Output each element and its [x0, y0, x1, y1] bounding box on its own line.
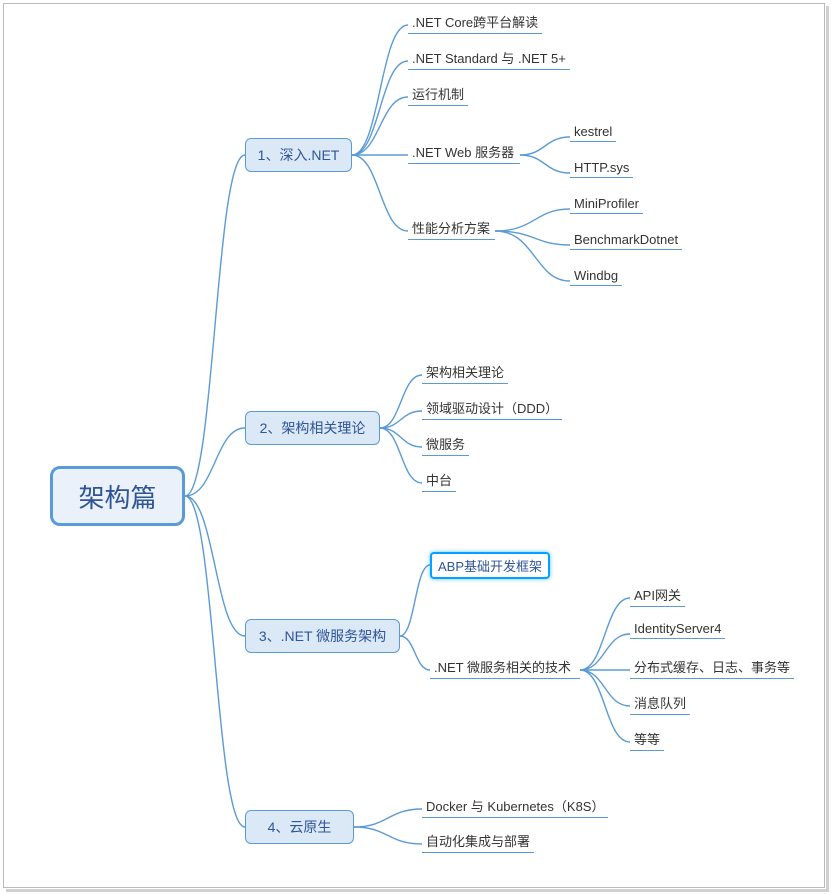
leaf-miniprofiler[interactable]: MiniProfiler — [570, 196, 643, 214]
branch-arch-theory[interactable]: 2、架构相关理论 — [245, 411, 380, 445]
leaf-httpsys[interactable]: HTTP.sys — [570, 160, 633, 178]
leaf-kestrel[interactable]: kestrel — [570, 124, 616, 142]
leaf-cicd[interactable]: 自动化集成与部署 — [422, 831, 534, 853]
leaf-runtime[interactable]: 运行机制 — [408, 84, 468, 106]
branch-deep-dotnet[interactable]: 1、深入.NET — [245, 138, 352, 172]
leaf-windbg[interactable]: Windbg — [570, 268, 622, 286]
leaf-identityserver4[interactable]: IdentityServer4 — [630, 621, 725, 639]
leaf-api-gateway[interactable]: API网关 — [630, 585, 685, 607]
root-node[interactable]: 架构篇 — [50, 466, 185, 526]
leaf-middle-platform[interactable]: 中台 — [422, 470, 456, 492]
leaf-perf-analysis[interactable]: 性能分析方案 — [408, 218, 495, 240]
leaf-arch-theory[interactable]: 架构相关理论 — [422, 362, 508, 384]
diagram-frame — [3, 3, 825, 888]
leaf-abp-framework[interactable]: ABP基础开发框架 — [430, 552, 550, 579]
leaf-distributed-cache[interactable]: 分布式缓存、日志、事务等 — [630, 657, 794, 679]
leaf-netcore-crossplatform[interactable]: .NET Core跨平台解读 — [408, 12, 542, 34]
connectors — [0, 0, 831, 894]
branch-dotnet-microservice[interactable]: 3、.NET 微服务架构 — [245, 619, 400, 653]
leaf-message-queue[interactable]: 消息队列 — [630, 693, 690, 715]
leaf-docker-k8s[interactable]: Docker 与 Kubernetes（K8S） — [422, 796, 608, 818]
branch-cloud-native[interactable]: 4、云原生 — [245, 810, 354, 844]
leaf-web-server[interactable]: .NET Web 服务器 — [408, 142, 520, 164]
leaf-netstandard-net5[interactable]: .NET Standard 与 .NET 5+ — [408, 48, 570, 70]
leaf-microservices[interactable]: 微服务 — [422, 434, 469, 456]
leaf-etc[interactable]: 等等 — [630, 729, 664, 751]
leaf-dotnet-ms-tech[interactable]: .NET 微服务相关的技术 — [430, 657, 580, 679]
leaf-benchmarkdotnet[interactable]: BenchmarkDotnet — [570, 232, 682, 250]
leaf-ddd[interactable]: 领域驱动设计（DDD） — [422, 398, 562, 420]
